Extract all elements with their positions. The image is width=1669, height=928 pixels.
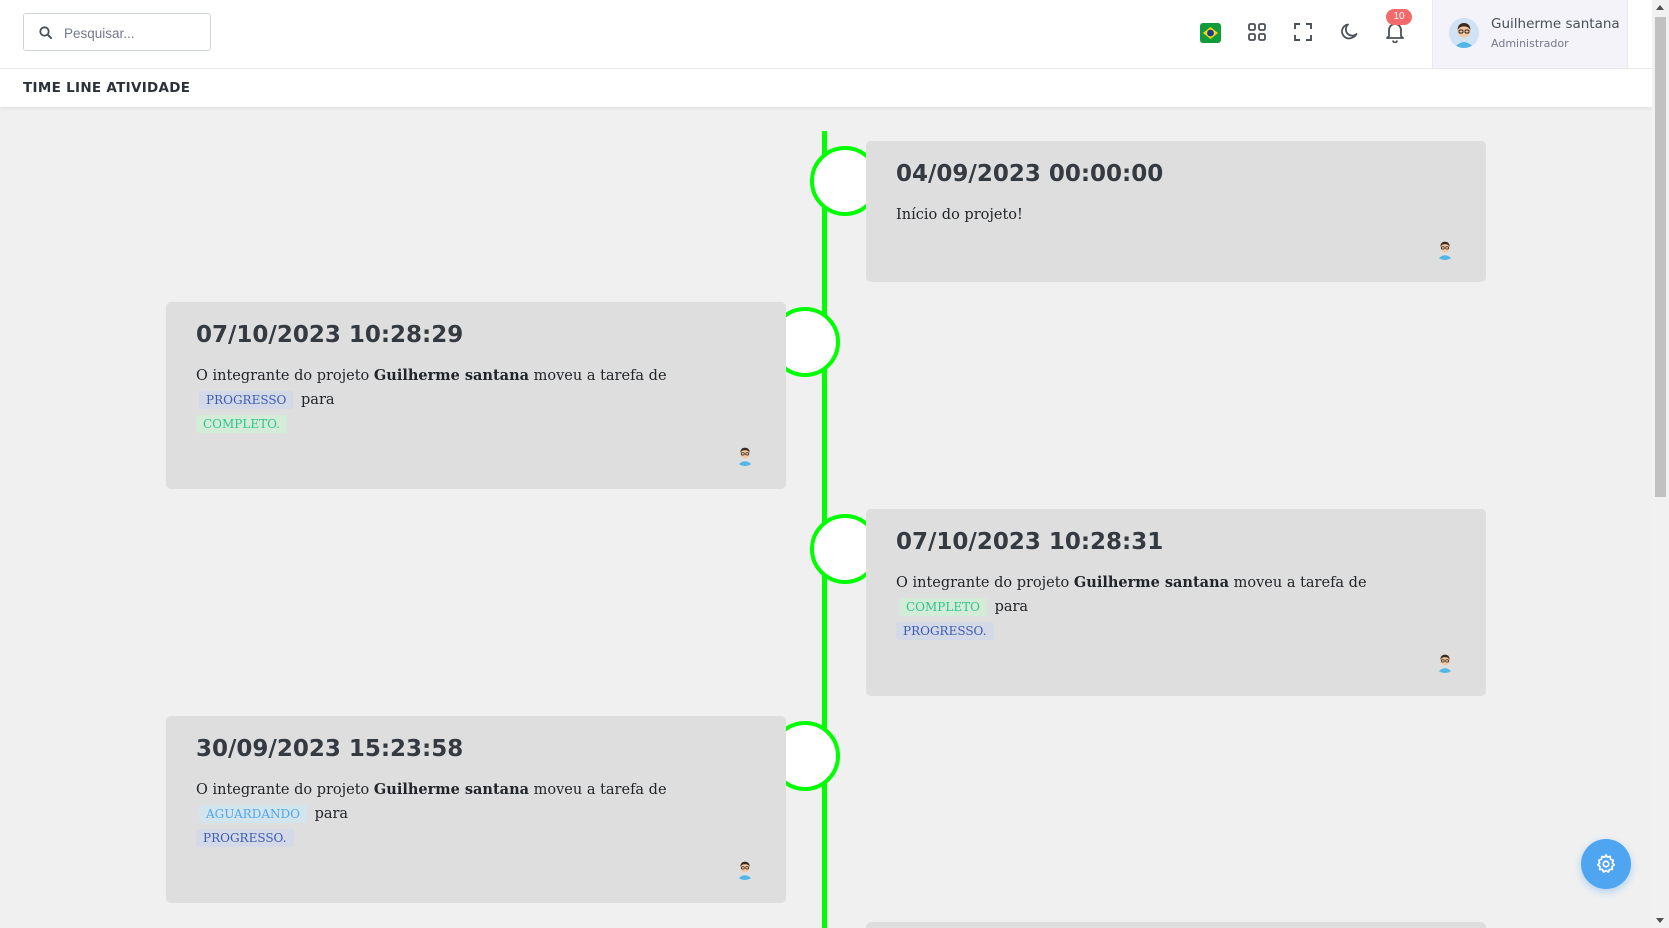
member-name: Guilherme santana [373, 367, 530, 384]
timeline-card [866, 922, 1486, 928]
user-menu[interactable]: Guilherme santana Administrador [1432, 0, 1628, 68]
brazil-flag-icon[interactable] [1200, 23, 1221, 43]
timeline-date: 07/10/2023 10:28:29 [196, 322, 464, 348]
text-middle: moveu a tarefa de [533, 368, 667, 384]
user-role: Administrador [1491, 37, 1569, 50]
search-box[interactable] [23, 13, 211, 51]
status-to-tag: PROGRESSO. [896, 622, 994, 640]
text-prefix: O integrante do projeto [896, 575, 1070, 591]
scroll-up-icon[interactable] [1656, 5, 1664, 10]
page-title: TIME LINE ATIVIDADE [23, 80, 191, 96]
status-to-tag: COMPLETO. [196, 415, 288, 433]
text-connector: para [994, 599, 1029, 615]
apps-grid-icon[interactable] [1245, 20, 1269, 44]
gear-icon [1596, 854, 1616, 873]
status-from-tag: AGUARDANDO [199, 805, 307, 823]
timeline-text: Início do projeto! [896, 207, 1023, 223]
fullscreen-icon[interactable] [1291, 20, 1315, 44]
scroll-down-icon[interactable] [1656, 918, 1664, 923]
text-middle: moveu a tarefa de [533, 782, 667, 798]
search-input[interactable] [64, 22, 204, 44]
text-prefix: O integrante do projeto [196, 782, 370, 798]
status-to-tag: PROGRESSO. [196, 829, 294, 847]
search-icon [39, 26, 52, 39]
author-avatar [734, 444, 756, 466]
status-from-tag: PROGRESSO [199, 391, 294, 409]
text-connector: para [301, 392, 335, 408]
notification-count-badge: 10 [1386, 9, 1412, 25]
settings-button[interactable] [1581, 839, 1631, 889]
page-title-bar: TIME LINE ATIVIDADE [0, 69, 1652, 107]
author-avatar [734, 858, 756, 880]
timeline-card: 07/10/2023 10:28:29 O integrante do proj… [166, 302, 786, 489]
text-connector: para [314, 806, 349, 822]
timeline-card: 04/09/2023 00:00:00 Início do projeto! [866, 141, 1486, 282]
timeline-date: 30/09/2023 15:23:58 [196, 736, 464, 762]
member-name: Guilherme santana [373, 781, 530, 798]
topbar: 10 Guilherme santana Administrador [0, 0, 1652, 69]
timeline-text: O integrante do projeto Guilherme santan… [896, 571, 1456, 643]
text-middle: moveu a tarefa de [1233, 575, 1367, 591]
scrollbar-thumb[interactable] [1655, 17, 1666, 497]
timeline-date: 07/10/2023 10:28:31 [896, 529, 1164, 555]
text-prefix: O integrante do projeto [196, 368, 370, 384]
timeline-date: 04/09/2023 00:00:00 [896, 161, 1164, 187]
user-name: Guilherme santana [1491, 16, 1620, 32]
user-avatar [1449, 18, 1479, 48]
author-avatar [1434, 238, 1456, 260]
author-avatar [1434, 651, 1456, 673]
timeline-text: O integrante do projeto Guilherme santan… [196, 778, 756, 850]
timeline-card: 30/09/2023 15:23:58 O integrante do proj… [166, 716, 786, 903]
member-name: Guilherme santana [1073, 574, 1230, 591]
dark-mode-moon-icon[interactable] [1337, 20, 1361, 44]
status-from-tag: COMPLETO [899, 598, 987, 616]
timeline-text: O integrante do projeto Guilherme santan… [196, 364, 756, 436]
timeline-card: 07/10/2023 10:28:31 O integrante do proj… [866, 509, 1486, 696]
vertical-scrollbar[interactable] [1652, 0, 1669, 928]
